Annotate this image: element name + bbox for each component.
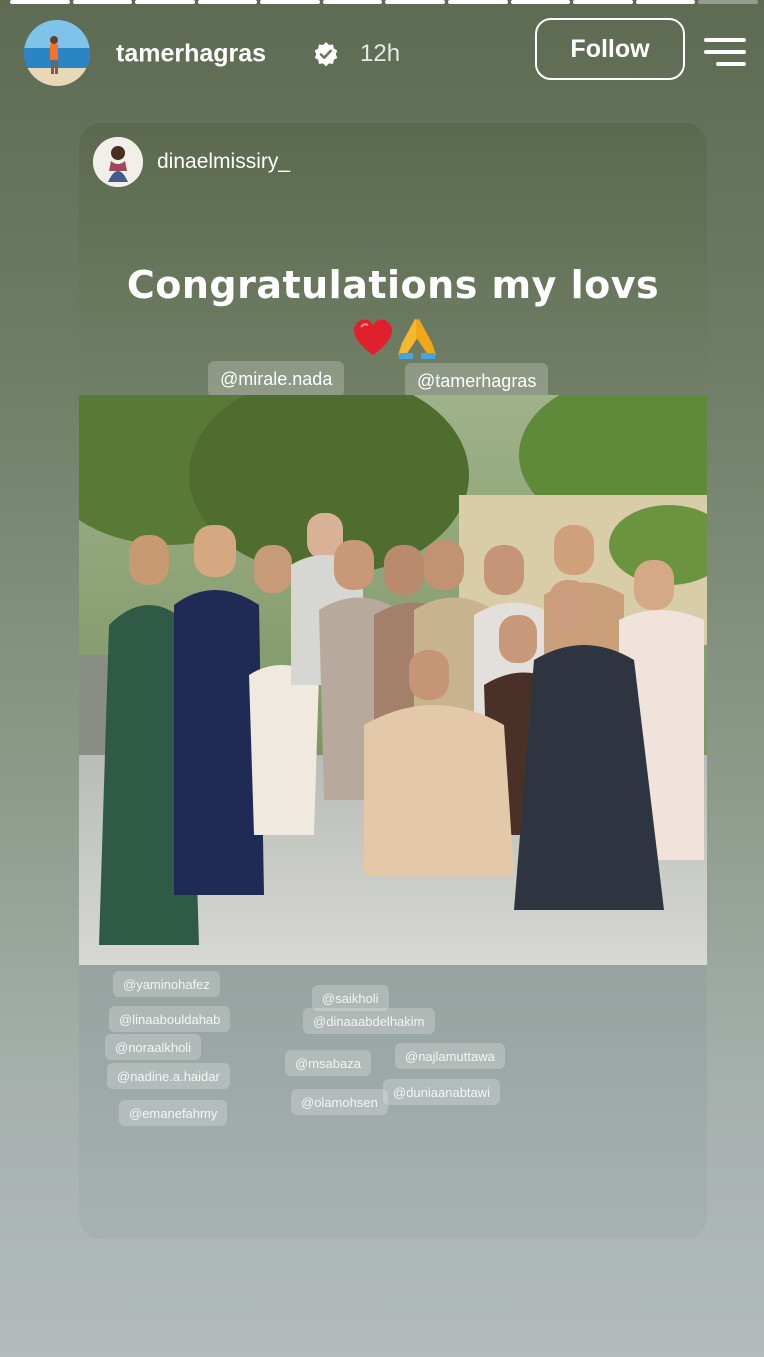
progress-segment [197, 0, 258, 4]
more-options-icon[interactable] [702, 38, 746, 66]
caption-text: Congratulations my lovs [126, 263, 660, 307]
mention-tag[interactable]: @msabaza [285, 1050, 371, 1076]
progress-segment [635, 0, 696, 4]
story-header: tamerhagras 12h Follow [24, 16, 746, 90]
progress-segment [698, 0, 758, 4]
folded-hands-icon [398, 319, 436, 359]
mention-tag[interactable]: @duniaanabtawi [383, 1079, 501, 1105]
mention-tag[interactable]: @nadine.a.haidar [107, 1063, 230, 1089]
progress-segment [322, 0, 383, 4]
mention-tag[interactable]: @emanefahmy [119, 1100, 228, 1126]
progress-segment [385, 0, 446, 4]
photo-tag[interactable]: @mirale.nada [208, 361, 345, 397]
group-photo [79, 395, 707, 965]
shared-post-avatar[interactable] [93, 137, 143, 187]
progress-segment [72, 0, 133, 4]
progress-segment [260, 0, 320, 4]
verified-badge-icon [313, 41, 339, 67]
photo-tag[interactable]: @tamerhagras [405, 363, 549, 399]
story-timestamp: 12h [360, 40, 401, 67]
follow-button[interactable]: Follow [535, 18, 685, 80]
red-heart-icon [354, 319, 392, 355]
mention-tag[interactable]: @noraalkholi [105, 1034, 202, 1060]
mention-tag[interactable]: @olamohsen [291, 1089, 388, 1115]
mention-tag[interactable]: @dinaaabdelhakim [303, 1008, 435, 1034]
progress-segment [510, 0, 571, 4]
progress-segment [135, 0, 195, 4]
story-username[interactable]: tamerhagras [116, 40, 266, 69]
progress-segment [448, 0, 508, 4]
story-progress-bar [10, 0, 758, 4]
progress-segment [10, 0, 70, 4]
mention-tag[interactable]: @najlamuttawa [395, 1043, 505, 1069]
shared-post-card[interactable]: dinaelmissiry_ Congratulations my lovs @… [79, 123, 707, 1239]
mention-tag[interactable]: @linaabouldahab [109, 1006, 231, 1032]
shared-post-username[interactable]: dinaelmissiry_ [157, 150, 290, 174]
progress-segment [573, 0, 633, 4]
avatar[interactable] [24, 20, 90, 86]
caption-emojis [349, 311, 449, 361]
mention-tag[interactable]: @yaminohafez [113, 971, 220, 997]
